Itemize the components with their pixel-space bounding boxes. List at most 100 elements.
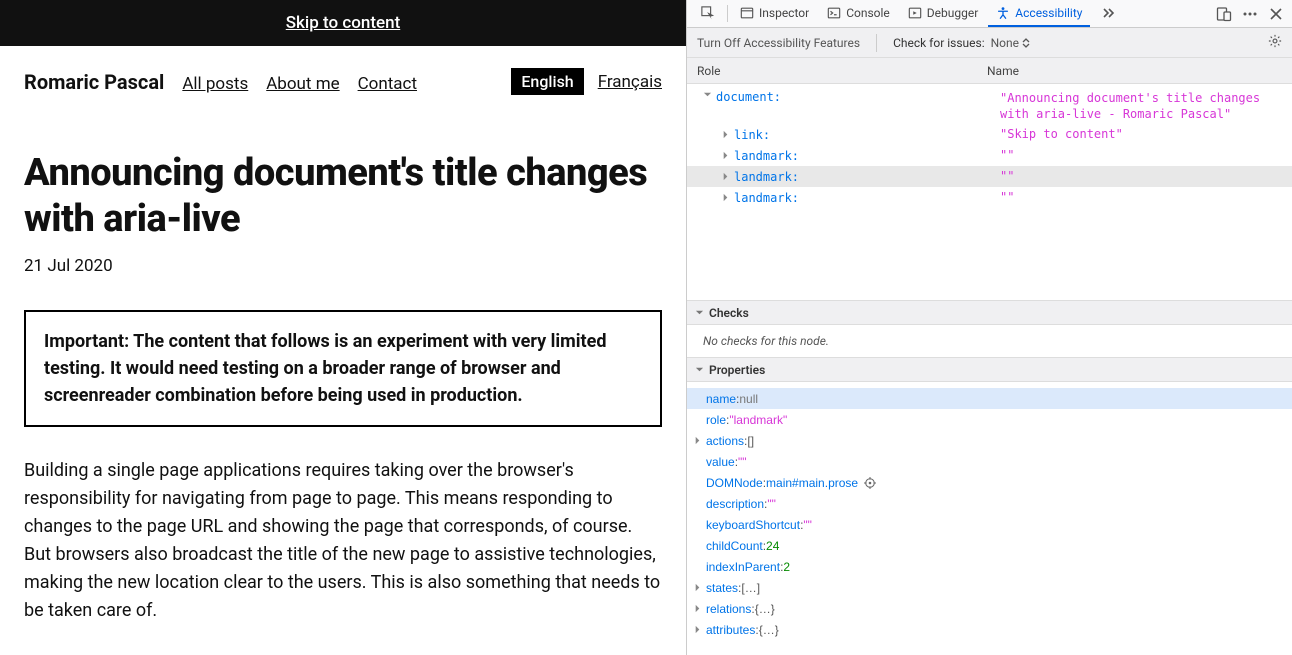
tab-accessibility[interactable]: Accessibility — [988, 0, 1090, 27]
prop-key: description — [706, 497, 767, 511]
properties-header[interactable]: Properties — [687, 357, 1292, 382]
prop-row-indexInParent[interactable]: indexInParent2 — [687, 556, 1292, 577]
accessibility-icon — [996, 6, 1010, 20]
prop-row-keyboardShortcut[interactable]: keyboardShortcut"" — [687, 514, 1292, 535]
tab-debugger[interactable]: Debugger — [900, 0, 987, 27]
prop-row-name[interactable]: namenull — [687, 388, 1292, 409]
prop-row-value[interactable]: value"" — [687, 451, 1292, 472]
prop-row-states[interactable]: states[…] — [687, 577, 1292, 598]
dropdown-updown-icon — [1022, 38, 1030, 48]
element-picker-icon — [701, 6, 715, 20]
tree-accessible-name: "Skip to content" — [1000, 126, 1292, 142]
prop-key: keyboardShortcut — [706, 518, 803, 532]
gear-icon — [1268, 34, 1282, 48]
prop-key: indexInParent — [706, 560, 783, 574]
meatball-menu-icon[interactable] — [1242, 6, 1258, 22]
tree-role: landmark: — [734, 170, 799, 184]
twisty-icon[interactable] — [721, 172, 731, 182]
twisty-down-icon — [695, 308, 704, 317]
tree-accessible-name: "" — [1000, 189, 1292, 205]
twisty-icon[interactable] — [693, 436, 703, 446]
responsive-mode-icon[interactable] — [1216, 6, 1232, 22]
site-header: Romaric Pascal All posts About me Contac… — [24, 46, 662, 95]
tree-row-link[interactable]: link:"Skip to content" — [687, 124, 1292, 145]
twisty-icon[interactable] — [693, 604, 703, 614]
tree-role: document: — [716, 90, 781, 104]
nav-contact[interactable]: Contact — [358, 74, 417, 94]
tab-label: Debugger — [927, 6, 979, 20]
prop-key: DOMNode — [706, 476, 766, 490]
twisty-icon[interactable] — [721, 130, 731, 140]
inspect-node-icon[interactable] — [864, 477, 876, 489]
tree-accessible-name: "Announcing document's title changes wit… — [1000, 90, 1292, 122]
tree-accessible-name: "" — [1000, 147, 1292, 163]
tree-row-landmark[interactable]: landmark: "" — [687, 145, 1292, 166]
tabs-overflow-button[interactable] — [1092, 0, 1124, 27]
accessibility-tree[interactable]: document: "Announcing document's title ch… — [687, 84, 1292, 300]
nav-all-posts[interactable]: All posts — [182, 74, 248, 94]
skip-to-content-link[interactable]: Skip to content — [286, 13, 400, 33]
site-nav: All posts About me Contact — [182, 74, 431, 94]
section-label: Checks — [709, 306, 749, 320]
checks-header[interactable]: Checks — [687, 300, 1292, 325]
prop-row-attributes[interactable]: attributes{…} — [687, 619, 1292, 640]
twisty-icon[interactable] — [703, 90, 713, 100]
prop-key: states — [706, 581, 741, 595]
tree-header-name: Name — [987, 64, 1019, 78]
twisty-icon[interactable] — [693, 625, 703, 635]
devtools-tabstrip: Inspector Console Debugger Accessibility — [687, 0, 1292, 28]
check-issues-label: Check for issues: None — [893, 36, 1030, 50]
tab-inspector[interactable]: Inspector — [732, 0, 817, 27]
prop-row-description[interactable]: description"" — [687, 493, 1292, 514]
twisty-icon[interactable] — [721, 193, 731, 203]
nav-about[interactable]: About me — [266, 74, 339, 94]
lang-english-active[interactable]: English — [511, 68, 583, 95]
close-devtools-icon[interactable] — [1268, 6, 1284, 22]
rendered-page: Skip to content Romaric Pascal All posts… — [0, 0, 686, 655]
check-issues-dropdown[interactable]: None — [991, 36, 1030, 50]
article-title: Announcing document's title changes with… — [24, 151, 662, 242]
tree-row-document[interactable]: document: "Announcing document's title ch… — [687, 88, 1292, 124]
lang-francais[interactable]: Français — [598, 72, 662, 92]
tab-label: Inspector — [759, 6, 809, 20]
tab-label: Accessibility — [1015, 6, 1082, 20]
callout-label: Important: — [44, 331, 129, 352]
twisty-icon[interactable] — [721, 151, 731, 161]
console-icon — [827, 6, 841, 20]
article-date: 21 Jul 2020 — [24, 256, 662, 276]
prop-key: childCount — [706, 539, 766, 553]
prop-key: value — [706, 455, 738, 469]
tab-console[interactable]: Console — [819, 0, 898, 27]
callout-text: The content that follows is an experimen… — [44, 331, 606, 406]
tree-accessible-name: "" — [1000, 168, 1292, 184]
properties-list[interactable]: namenullrole"landmark"actions[]value""DO… — [687, 382, 1292, 655]
prop-key: attributes — [706, 623, 759, 637]
site-name: Romaric Pascal — [24, 70, 164, 94]
skip-bar: Skip to content — [0, 0, 686, 46]
prop-row-actions[interactable]: actions[] — [687, 430, 1292, 451]
turn-off-a11y-button[interactable]: Turn Off Accessibility Features — [697, 36, 860, 50]
tree-row-landmark[interactable]: landmark: "" — [687, 166, 1292, 187]
tree-role: landmark: — [734, 191, 799, 205]
pick-element-button[interactable] — [693, 0, 723, 27]
prop-key: role — [706, 413, 729, 427]
language-switch: English Français — [511, 68, 662, 95]
prop-row-childCount[interactable]: childCount24 — [687, 535, 1292, 556]
inspector-icon — [740, 6, 754, 20]
prop-row-DOMNode[interactable]: DOMNodemain#main.prose — [687, 472, 1292, 493]
tree-header-role: Role — [697, 64, 987, 78]
checks-body: No checks for this node. — [687, 325, 1292, 357]
tab-label: Console — [846, 6, 890, 20]
article-paragraph-1: Building a single page applications requ… — [24, 457, 662, 624]
prop-row-role[interactable]: role"landmark" — [687, 409, 1292, 430]
prop-key: name — [706, 392, 739, 406]
twisty-icon[interactable] — [693, 583, 703, 593]
prop-key: actions — [706, 434, 747, 448]
prop-row-relations[interactable]: relations{…} — [687, 598, 1292, 619]
tree-row-landmark[interactable]: landmark: "" — [687, 187, 1292, 208]
accessibility-toolbar: Turn Off Accessibility Features Check fo… — [687, 28, 1292, 58]
important-callout: Important: The content that follows is a… — [24, 310, 662, 427]
debugger-icon — [908, 6, 922, 20]
a11y-settings-button[interactable] — [1268, 34, 1282, 51]
tree-role: landmark: — [734, 149, 799, 163]
